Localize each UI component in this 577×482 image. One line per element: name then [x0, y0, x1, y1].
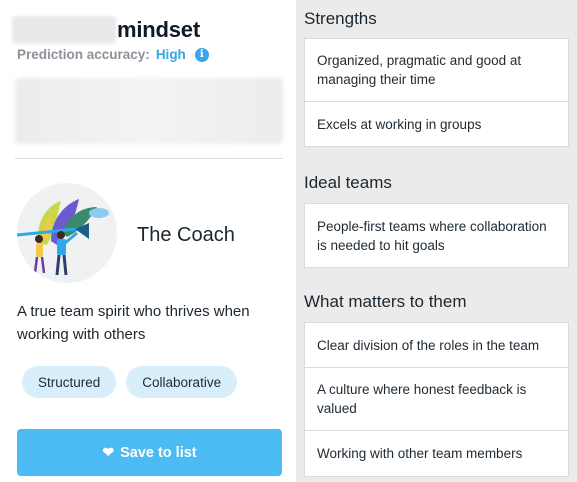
redacted-summary [15, 78, 283, 144]
accuracy-value: High [155, 47, 186, 62]
tag-list: Structured Collaborative [22, 366, 238, 398]
tag-chip: Structured [22, 366, 117, 398]
strengths-title: Strengths [304, 9, 377, 28]
persona-name: The Coach [137, 224, 235, 246]
list-item: Working with other team members [317, 446, 523, 461]
profile-panel: mindset Prediction accuracy: High i The … [0, 0, 296, 482]
ideal-teams-title: Ideal teams [304, 173, 392, 192]
heart-icon: ❤ [102, 444, 115, 460]
coach-illustration-icon [17, 183, 117, 283]
info-icon[interactable]: i [194, 47, 209, 62]
redacted-name [12, 16, 116, 44]
list-item: Clear division of the roles in the team [305, 323, 568, 368]
accuracy-label: Prediction accuracy: [17, 47, 150, 62]
save-to-list-button[interactable]: ❤ Save to list [17, 429, 282, 476]
prediction-accuracy: Prediction accuracy: High i [17, 47, 209, 62]
tag-chip: Collaborative [126, 366, 238, 398]
persona-description: A true team spirit who thrives when work… [17, 303, 250, 343]
list-item: A culture where honest feedback is value… [305, 368, 568, 431]
what-matters-title: What matters to them [304, 292, 467, 311]
strengths-card: Organized, pragmatic and good at managin… [304, 38, 569, 147]
profile-title: mindset [12, 14, 200, 46]
ideal-teams-card: People-first teams where collaboration i… [304, 203, 569, 268]
save-button-label: Save to list [120, 444, 197, 461]
details-panel: Strengths Organized, pragmatic and good … [296, 0, 577, 482]
persona-illustration [17, 183, 117, 283]
list-item: People-first teams where collaboration i… [317, 218, 547, 253]
divider [15, 158, 283, 159]
list-item: Excels at working in groups [317, 116, 482, 132]
what-matters-card: Clear division of the roles in the team … [304, 322, 569, 477]
title-suffix: mindset [117, 17, 200, 42]
list-item: Organized, pragmatic and good at managin… [305, 39, 568, 102]
